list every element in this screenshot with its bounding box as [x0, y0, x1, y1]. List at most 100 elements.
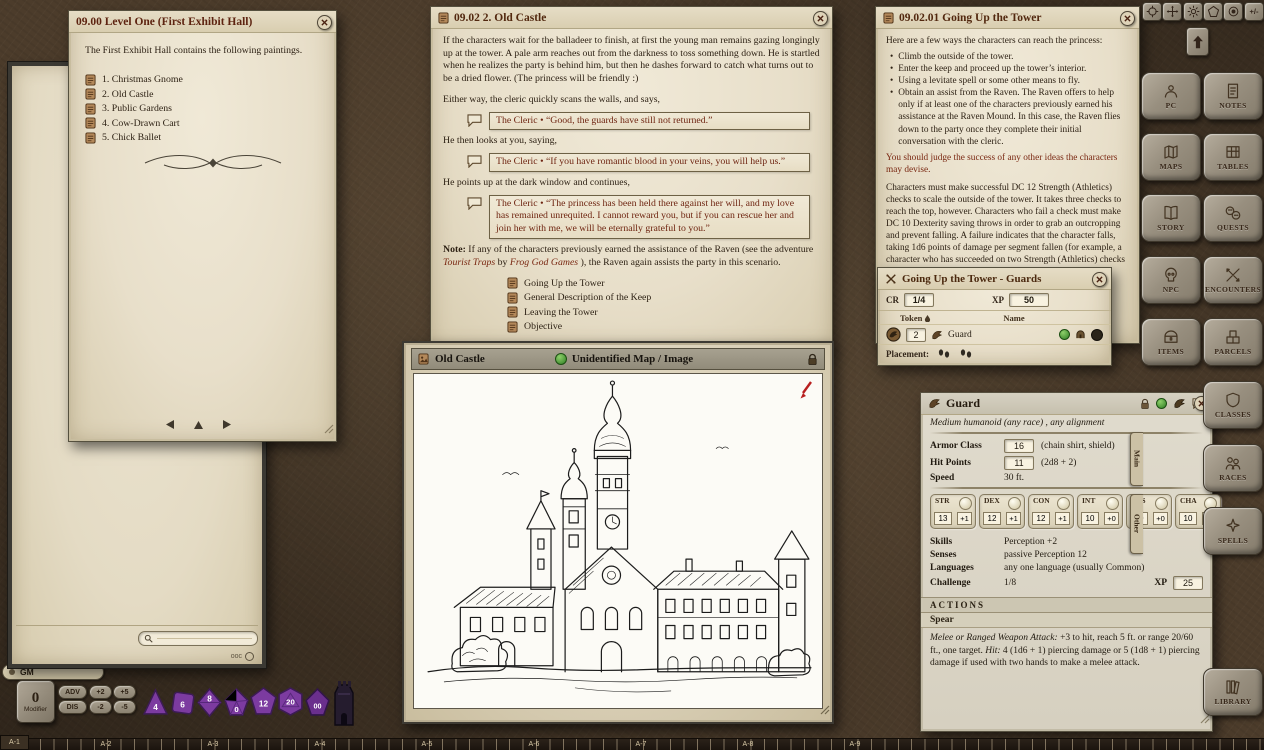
sidebar-item-npc[interactable]: NPC	[1141, 256, 1201, 304]
story2-sublink[interactable]: Going Up the Tower	[507, 277, 820, 289]
token-slot-icon[interactable]	[1091, 329, 1103, 341]
hit-points-value[interactable]: 11	[1004, 456, 1034, 470]
action-name[interactable]: Spear	[921, 613, 1212, 628]
speech-bubble-icon	[467, 114, 482, 132]
dice-tool-button[interactable]	[1203, 2, 1223, 21]
draw-pointer-icon[interactable]	[798, 380, 814, 405]
ruler-label: A-9	[844, 741, 866, 748]
collapse-up-button[interactable]	[1186, 27, 1209, 56]
roll-die-icon[interactable]	[1057, 497, 1070, 510]
npc-token-icon[interactable]	[886, 327, 901, 342]
die-d8[interactable]: 8	[196, 688, 223, 722]
encounter-count[interactable]: 2	[906, 328, 926, 342]
die-d100[interactable]: 00	[304, 688, 331, 722]
link-tourist-traps[interactable]: Tourist Traps	[443, 257, 495, 268]
story1-link-painting[interactable]: 4. Cow-Drawn Cart	[85, 117, 320, 129]
dragon-link-icon[interactable]	[1173, 397, 1186, 410]
story1-link-painting[interactable]: 5. Chick Ballet	[85, 132, 320, 144]
die-d10[interactable]: 0	[223, 688, 250, 722]
id-badge-icon[interactable]	[1156, 398, 1167, 409]
footprints-icon[interactable]	[937, 348, 951, 359]
story3-titlebar[interactable]: 09.02.01 Going Up the Tower	[876, 7, 1139, 29]
link-frog-god-games[interactable]: Frog God Games	[510, 257, 578, 268]
roll-die-icon[interactable]	[1106, 497, 1119, 510]
chat-search-box[interactable]	[138, 631, 258, 646]
story1-link-painting[interactable]: 3. Public Gardens	[85, 103, 320, 115]
dice-tower[interactable]	[330, 680, 358, 731]
sidebar-item-classes[interactable]: Classes	[1203, 381, 1263, 429]
sidebar-group-tab-main[interactable]: Main	[1130, 432, 1143, 486]
pan-tool-button[interactable]	[1162, 2, 1182, 21]
sidebar-item-encounters[interactable]: Encounters	[1203, 256, 1263, 304]
skull-icon	[1161, 266, 1181, 284]
story2-para4: He points up at the dark window and cont…	[443, 177, 820, 190]
story1-link-painting[interactable]: 1. Christmas Gnome	[85, 74, 320, 86]
sidebar-item-story[interactable]: Story	[1141, 194, 1201, 242]
mod-minus5-button[interactable]: -5	[113, 700, 136, 714]
close-icon[interactable]	[317, 15, 332, 30]
lock-icon[interactable]	[807, 353, 818, 366]
mod-plus5-button[interactable]: +5	[113, 685, 136, 699]
sidebar-item-quests[interactable]: Quests	[1203, 194, 1263, 242]
id-badge-icon	[555, 353, 567, 365]
sidebar-item-spells[interactable]: Spells	[1203, 507, 1263, 555]
sidebar-item-tables[interactable]: Tables	[1203, 133, 1263, 181]
xp-value[interactable]: 50	[1009, 293, 1049, 307]
story2-sublink[interactable]: Leaving the Tower	[507, 306, 820, 318]
encounter-npc-name[interactable]: Guard	[948, 330, 972, 340]
armor-class-value[interactable]: 16	[1004, 439, 1034, 453]
story2-sublink[interactable]: Objective	[507, 321, 820, 333]
story2-titlebar[interactable]: 09.02 2. Old Castle	[431, 7, 832, 29]
story1-titlebar[interactable]: 09.00 Level One (First Exhibit Hall)	[69, 11, 336, 33]
resize-grip-icon[interactable]	[322, 421, 334, 439]
die-d4[interactable]: 4	[142, 688, 169, 722]
helmet-icon[interactable]	[1075, 329, 1086, 340]
nav-next-icon[interactable]	[222, 417, 232, 435]
footprints-icon[interactable]	[959, 348, 973, 359]
sidebar-item-parcels[interactable]: Parcels	[1203, 318, 1263, 366]
story2-sublink[interactable]: General Description of the Keep	[507, 292, 820, 304]
mod-minus2-button[interactable]: -2	[89, 700, 112, 714]
die-d20[interactable]: 20	[277, 687, 304, 721]
close-icon[interactable]	[813, 11, 828, 26]
sidebar-item-pc[interactable]: PC	[1141, 72, 1201, 120]
modifier-tool-button[interactable]: +/-	[1244, 2, 1264, 21]
ooc-toggle[interactable]: ooc	[231, 652, 254, 661]
die-d12[interactable]: 12	[250, 687, 277, 721]
encounter-titlebar[interactable]: Going Up the Tower - Guards	[878, 268, 1111, 290]
roll-die-icon[interactable]	[959, 497, 972, 510]
image-titlebar[interactable]: Old Castle Unidentified Map / Image	[411, 348, 825, 370]
close-icon[interactable]	[1092, 272, 1107, 287]
cleric-quote-3: The Cleric • “The princess has been held…	[489, 195, 810, 239]
target-tool-button[interactable]	[1223, 2, 1243, 21]
sidebar-item-library[interactable]: Library	[1203, 668, 1263, 716]
advantage-button[interactable]: ADV	[58, 685, 87, 699]
svg-text:12: 12	[259, 700, 269, 709]
sidebar-item-maps[interactable]: Maps	[1141, 133, 1201, 181]
disadvantage-button[interactable]: DIS	[58, 700, 87, 714]
nav-prev-icon[interactable]	[165, 417, 175, 435]
die-d6[interactable]: 6	[169, 689, 196, 723]
map-canvas[interactable]	[413, 373, 823, 709]
dragon-icon	[931, 329, 943, 341]
story1-link-painting[interactable]: 2. Old Castle	[85, 88, 320, 100]
npc-titlebar[interactable]: Guard	[921, 393, 1212, 415]
crosshair-tool-button[interactable]	[1142, 2, 1162, 21]
cr-value[interactable]: 1/4	[904, 293, 934, 307]
roll-die-icon[interactable]	[1008, 497, 1021, 510]
sidebar-group-tab-other[interactable]: Other	[1130, 494, 1143, 554]
close-icon[interactable]	[1120, 11, 1135, 26]
sidebar-item-items[interactable]: Items	[1141, 318, 1201, 366]
modifier-box[interactable]: 0 Modifier	[16, 680, 55, 723]
resize-grip-icon[interactable]	[818, 702, 830, 720]
sidebar-item-notes[interactable]: Notes	[1203, 72, 1263, 120]
nav-up-icon[interactable]	[193, 417, 204, 435]
sidebar-item-races[interactable]: Races	[1203, 444, 1263, 492]
lighting-tool-button[interactable]	[1183, 2, 1203, 21]
mod-plus2-button[interactable]: +2	[89, 685, 112, 699]
bullet-item: •Obtain an assist from the Raven. The Ra…	[890, 87, 1129, 147]
id-badge-icon[interactable]	[1059, 329, 1070, 340]
npc-xp-value[interactable]: 25	[1173, 576, 1203, 590]
lock-icon[interactable]	[1140, 398, 1150, 410]
roll-die-icon[interactable]	[1155, 497, 1168, 510]
